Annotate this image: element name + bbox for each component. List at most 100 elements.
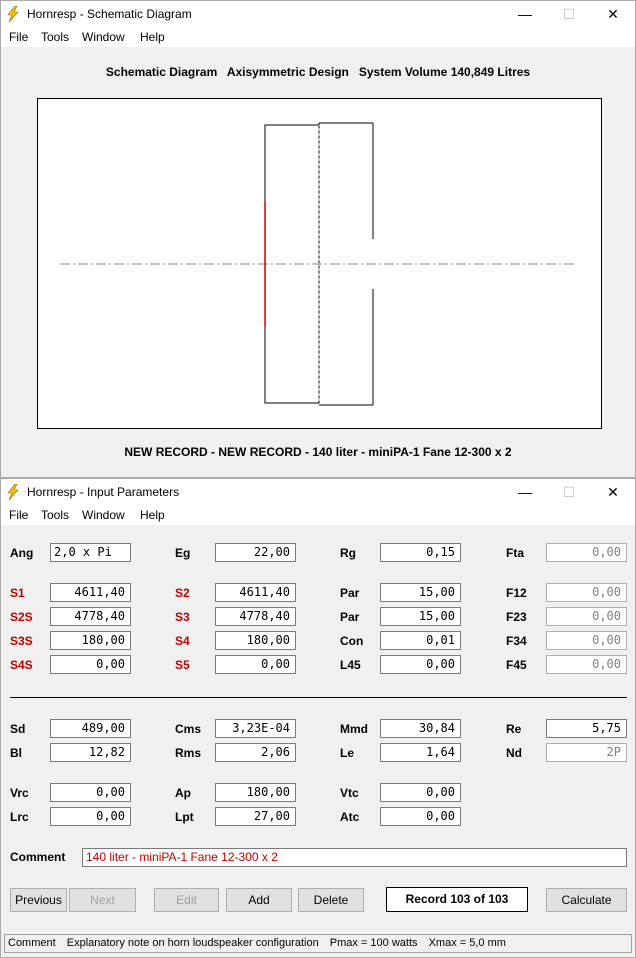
previous-button[interactable]: Previous xyxy=(10,888,67,912)
separator-line xyxy=(10,697,627,698)
ap-field[interactable]: 180,00 xyxy=(215,783,296,802)
schematic-canvas xyxy=(37,98,602,429)
record-indicator: Record 103 of 103 xyxy=(386,887,528,912)
s4-field[interactable]: 180,00 xyxy=(215,631,296,650)
param-label: Atc xyxy=(340,810,360,824)
s3-field[interactable]: 4778,40 xyxy=(215,607,296,626)
nd-field[interactable]: 2P xyxy=(546,743,627,762)
maximize-button[interactable]: ☐ xyxy=(559,5,579,23)
menu-window[interactable]: Window xyxy=(82,508,125,522)
minimize-button[interactable]: — xyxy=(515,483,535,501)
lightning-icon xyxy=(7,6,19,22)
param-label: F34 xyxy=(506,634,527,648)
next-button[interactable]: Next xyxy=(69,888,136,912)
comment-field[interactable]: 140 liter - miniPA-1 Fane 12-300 x 2 xyxy=(82,848,627,867)
cms-field[interactable]: 3,23E-04 xyxy=(215,719,296,738)
lpt-field[interactable]: 27,00 xyxy=(215,807,296,826)
eg-field[interactable]: 22,00 xyxy=(215,543,296,562)
edit-button[interactable]: Edit xyxy=(154,888,219,912)
param-label: Lpt xyxy=(175,810,194,824)
mmd-field[interactable]: 30,84 xyxy=(380,719,461,738)
param-label: Par xyxy=(340,586,360,600)
param-label: F12 xyxy=(506,586,527,600)
param-label: Vtc xyxy=(340,786,359,800)
lrc-field[interactable]: 0,00 xyxy=(50,807,131,826)
menu-help[interactable]: Help xyxy=(140,508,165,522)
window-title: Hornresp - Schematic Diagram xyxy=(27,7,192,21)
schematic-header: Schematic Diagram Axisymmetric Design Sy… xyxy=(105,65,531,79)
schematic-window: Hornresp - Schematic Diagram — ☐ ✕ File … xyxy=(0,0,636,478)
param-label: Vrc xyxy=(10,786,29,800)
schematic-drawing xyxy=(60,122,576,406)
atc-field[interactable]: 0,00 xyxy=(380,807,461,826)
ang-field[interactable]: 2,0 x Pi xyxy=(50,543,131,562)
par-field[interactable]: 15,00 xyxy=(380,583,461,602)
le-field[interactable]: 1,64 xyxy=(380,743,461,762)
status-description: Explanatory note on horn loudspeaker con… xyxy=(66,937,319,949)
s2-field[interactable]: 4611,40 xyxy=(215,583,296,602)
param-label: Rms xyxy=(175,746,202,760)
re-field[interactable]: 5,75 xyxy=(546,719,627,738)
window-title: Hornresp - Input Parameters xyxy=(27,485,180,499)
l45-field[interactable]: 0,00 xyxy=(380,655,461,674)
f23-field[interactable]: 0,00 xyxy=(546,607,627,626)
param-label: Lrc xyxy=(10,810,29,824)
rms-field[interactable]: 2,06 xyxy=(215,743,296,762)
s5-field[interactable]: 0,00 xyxy=(215,655,296,674)
calculate-button[interactable]: Calculate xyxy=(546,888,627,912)
vtc-field[interactable]: 0,00 xyxy=(380,783,461,802)
f45-field[interactable]: 0,00 xyxy=(546,655,627,674)
rg-field[interactable]: 0,15 xyxy=(380,543,461,562)
menu-bar: File Tools Window Help xyxy=(1,506,635,525)
menu-file[interactable]: File xyxy=(9,508,28,522)
fta-field[interactable]: 0,00 xyxy=(546,543,627,562)
param-label: Le xyxy=(340,746,355,760)
maximize-button[interactable]: ☐ xyxy=(559,483,579,501)
param-label: L45 xyxy=(340,658,361,672)
param-label: Rg xyxy=(340,546,356,560)
f12-field[interactable]: 0,00 xyxy=(546,583,627,602)
param-label: S3S xyxy=(10,634,33,648)
add-button[interactable]: Add xyxy=(226,888,292,912)
status-field-name: Comment xyxy=(8,937,56,949)
s1-field[interactable]: 4611,40 xyxy=(50,583,131,602)
close-button[interactable]: ✕ xyxy=(603,5,623,23)
param-label: Par xyxy=(340,610,360,624)
param-label: S3 xyxy=(175,610,190,624)
param-label: S1 xyxy=(10,586,25,600)
comment-label: Comment xyxy=(10,850,66,864)
menu-tools[interactable]: Tools xyxy=(41,508,69,522)
menu-file[interactable]: File xyxy=(9,30,28,44)
lightning-icon xyxy=(7,484,19,500)
param-label: Sd xyxy=(10,722,26,736)
bl-field[interactable]: 12,82 xyxy=(50,743,131,762)
delete-button[interactable]: Delete xyxy=(298,888,364,912)
title-bar[interactable]: Hornresp - Schematic Diagram — ☐ ✕ xyxy=(1,1,635,28)
title-bar[interactable]: Hornresp - Input Parameters — ☐ ✕ xyxy=(1,479,635,506)
param-label: Re xyxy=(506,722,522,736)
param-label: Cms xyxy=(175,722,202,736)
menu-window[interactable]: Window xyxy=(82,30,125,44)
vrc-field[interactable]: 0,00 xyxy=(50,783,131,802)
menu-help[interactable]: Help xyxy=(140,30,165,44)
param-label: Ap xyxy=(175,786,191,800)
param-label: Eg xyxy=(175,546,191,560)
s3s-field[interactable]: 180,00 xyxy=(50,631,131,650)
status-xmax: Xmax = 5,0 mm xyxy=(428,937,506,949)
menu-bar: File Tools Window Help xyxy=(1,28,635,47)
param-label: Mmd xyxy=(340,722,368,736)
menu-tools[interactable]: Tools xyxy=(41,30,69,44)
param-label: F23 xyxy=(506,610,527,624)
param-label: S2S xyxy=(10,610,33,624)
s2s-field[interactable]: 4778,40 xyxy=(50,607,131,626)
param-label: Bl xyxy=(10,746,22,760)
close-button[interactable]: ✕ xyxy=(603,483,623,501)
param-label: S2 xyxy=(175,586,190,600)
minimize-button[interactable]: — xyxy=(515,5,535,23)
param-label: Nd xyxy=(506,746,522,760)
s4s-field[interactable]: 0,00 xyxy=(50,655,131,674)
sd-field[interactable]: 489,00 xyxy=(50,719,131,738)
f34-field[interactable]: 0,00 xyxy=(546,631,627,650)
con-field[interactable]: 0,01 xyxy=(380,631,461,650)
par-field[interactable]: 15,00 xyxy=(380,607,461,626)
